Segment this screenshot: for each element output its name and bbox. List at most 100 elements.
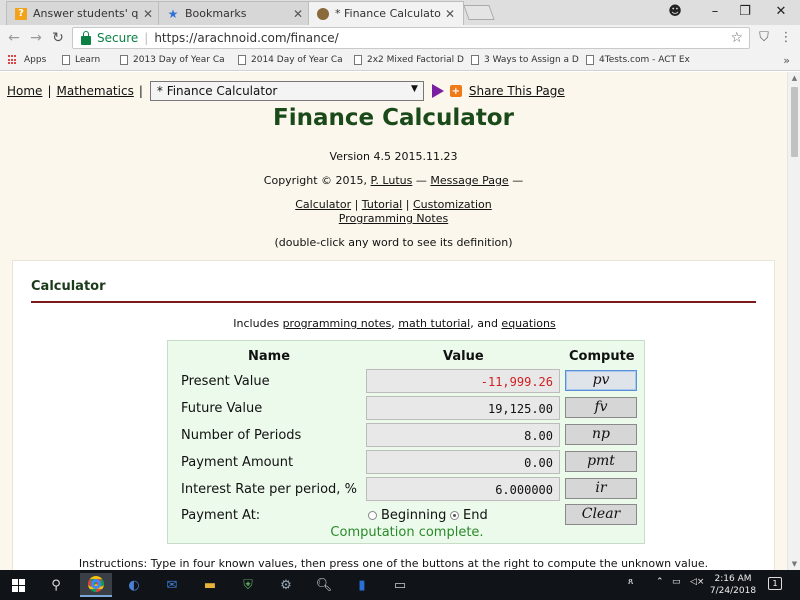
calculator-panel: Calculator Includes programming notes, m…	[12, 260, 775, 570]
page-scrollbar[interactable]: ▲ ▼	[787, 72, 800, 570]
security-app-icon[interactable]: ⛨	[232, 573, 264, 597]
scroll-thumb[interactable]	[791, 87, 798, 157]
scroll-up-icon[interactable]: ▲	[790, 74, 799, 82]
radio-button[interactable]	[450, 511, 459, 520]
radio-button[interactable]	[368, 511, 377, 520]
start-button[interactable]	[2, 573, 34, 597]
minimize-icon[interactable]: –	[700, 0, 730, 22]
settings-gear-icon[interactable]: ⚙	[270, 573, 302, 597]
thunderbird-taskbar-icon[interactable]: ✉	[156, 573, 188, 597]
equations-link[interactable]: equations	[501, 317, 555, 330]
page-icon	[354, 55, 362, 65]
people-icon[interactable]: ጸ	[628, 577, 633, 587]
bookmark-2013-day-of-year[interactable]: 2013 Day of Year Ca	[120, 55, 230, 65]
extension-shield-icon[interactable]: ⛉	[756, 29, 772, 45]
file-explorer-icon[interactable]: ▬	[194, 573, 226, 597]
compute-ir-button[interactable]: ir	[565, 478, 637, 499]
row-label: Number of Periods	[181, 428, 302, 443]
new-tab-button[interactable]	[463, 5, 495, 20]
home-link[interactable]: Home	[7, 84, 42, 98]
tab-finance-calculator[interactable]: * Finance Calculator ✕	[308, 1, 464, 25]
tab-title: Answer students' questio	[33, 7, 139, 20]
payment-amount-input[interactable]: 0.00	[366, 450, 560, 474]
window-close-icon[interactable]: ✕	[766, 0, 796, 22]
link-separator: |	[351, 198, 362, 211]
compute-np-button[interactable]: np	[565, 424, 637, 445]
page-icon	[238, 55, 246, 65]
computation-status: Computation complete.	[330, 525, 484, 540]
more-bookmarks-icon[interactable]: »	[783, 54, 790, 67]
chrome-taskbar-icon[interactable]	[80, 573, 112, 597]
clock-time: 2:16 AM	[714, 574, 752, 584]
profile-icon[interactable]: ☻	[660, 0, 690, 22]
section-links: Calculator | Tutorial | Customization	[0, 198, 787, 211]
clear-button[interactable]: Clear	[565, 504, 637, 525]
message-page-link[interactable]: Message Page	[430, 174, 508, 187]
close-icon[interactable]: ✕	[445, 7, 455, 21]
forward-icon[interactable]: →	[27, 29, 45, 47]
arachnoid-favicon	[317, 7, 329, 20]
tab-answer-students[interactable]: ? Answer students' questio ✕	[6, 1, 162, 25]
author-link[interactable]: P. Lutus	[371, 174, 413, 187]
radio-end[interactable]: End	[450, 508, 488, 523]
payment-at-label: Payment At:	[181, 508, 261, 523]
bookmark-4tests[interactable]: 4Tests.com - ACT Ex	[586, 55, 696, 65]
close-icon[interactable]: ✕	[293, 7, 303, 21]
future-value-input[interactable]: 19,125.00	[366, 396, 560, 420]
battery-icon[interactable]: ▭	[672, 577, 681, 587]
search-icon[interactable]: ⚲	[40, 573, 72, 597]
tray-expand-icon[interactable]: ⌃	[656, 577, 664, 587]
bookmark-label: 2013 Day of Year Ca	[133, 55, 225, 65]
reload-icon[interactable]: ↻	[49, 29, 67, 47]
clock-date: 7/24/2018	[709, 586, 757, 596]
math-tutorial-link[interactable]: math tutorial	[398, 317, 470, 330]
bookmark-learn[interactable]: Learn	[62, 55, 112, 65]
scroll-down-icon[interactable]: ▼	[790, 560, 799, 568]
share-plus-icon[interactable]: +	[449, 85, 462, 97]
back-icon[interactable]: ←	[5, 29, 23, 47]
instructions-text: Instructions: Type in four known values,…	[78, 557, 709, 570]
go-arrow-icon[interactable]	[431, 84, 444, 98]
system-clock[interactable]: 2:16 AM 7/24/2018	[706, 573, 760, 597]
number-of-periods-input[interactable]: 8.00	[366, 423, 560, 447]
interest-rate-input[interactable]: 6.000000	[366, 477, 560, 501]
answer-site-favicon: ?	[15, 7, 27, 20]
secure-label: Secure	[97, 31, 139, 45]
apps-grid-icon	[8, 55, 18, 65]
future-value-row: Future Value 19,125.00 fv	[168, 395, 646, 421]
bookmark-3-ways[interactable]: 3 Ways to Assign a D	[471, 55, 581, 65]
row-label: Future Value	[181, 401, 263, 416]
present-value-input[interactable]: -11,999.26	[366, 369, 560, 393]
volume-icon[interactable]: ◁×	[690, 577, 704, 587]
tutorial-link[interactable]: Tutorial	[362, 198, 402, 211]
compute-pv-button[interactable]: pv	[565, 370, 637, 391]
row-label: Payment Amount	[181, 455, 294, 470]
radio-beginning[interactable]: Beginning	[368, 508, 446, 523]
magnifier-app-icon[interactable]: 🔍︎	[308, 573, 340, 597]
compute-fv-button[interactable]: fv	[565, 397, 637, 418]
usb-tool-icon[interactable]: ▮	[346, 573, 378, 597]
page-select-dropdown[interactable]: * Finance Calculator ▼	[149, 81, 424, 101]
share-page-link[interactable]: Share This Page	[469, 84, 565, 98]
calculator-link[interactable]: Calculator	[295, 198, 351, 211]
close-icon[interactable]: ✕	[143, 7, 153, 21]
programming-notes-inline-link[interactable]: programming notes	[283, 317, 392, 330]
firefox-taskbar-icon[interactable]: ◐	[118, 573, 150, 597]
present-value-row: Present Value -11,999.26 pv	[168, 368, 646, 394]
bookmark-star-icon[interactable]: ☆	[730, 30, 743, 46]
command-prompt-icon[interactable]: ▭	[384, 573, 416, 597]
address-bar[interactable]: Secure | https://arachnoid.com/finance/ …	[72, 27, 750, 49]
browser-toolbar: ← → ↻ Secure | https://arachnoid.com/fin…	[0, 25, 800, 51]
bookmark-2014-day-of-year[interactable]: 2014 Day of Year Ca	[238, 55, 348, 65]
programming-notes-link[interactable]: Programming Notes	[339, 212, 448, 225]
mathematics-link[interactable]: Mathematics	[56, 84, 133, 98]
compute-pmt-button[interactable]: pmt	[565, 451, 637, 472]
bookmark-apps[interactable]: Apps	[8, 55, 46, 65]
notification-center-icon[interactable]: 1	[768, 577, 782, 590]
menu-icon[interactable]: ⋮	[778, 29, 794, 45]
restore-icon[interactable]: ❐	[730, 0, 760, 22]
tab-bookmarks[interactable]: ★ Bookmarks ✕	[158, 1, 312, 25]
bookmark-label: 3 Ways to Assign a D	[484, 55, 579, 65]
customization-link[interactable]: Customization	[413, 198, 492, 211]
bookmark-2x2-mixed-factorial[interactable]: 2x2 Mixed Factorial D	[354, 55, 464, 65]
